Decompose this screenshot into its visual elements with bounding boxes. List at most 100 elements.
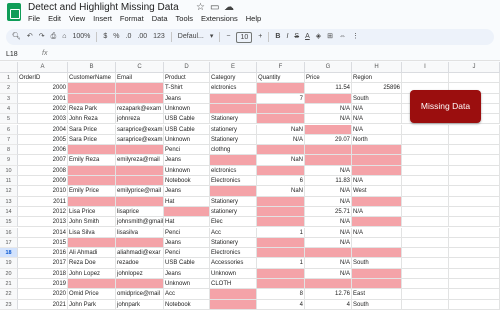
table-cell[interactable] — [257, 237, 305, 249]
menu-item-edit[interactable]: Edit — [48, 14, 61, 26]
table-cell[interactable] — [164, 206, 210, 218]
table-cell[interactable]: John Lopez — [68, 268, 116, 279]
row-header[interactable]: 8 — [0, 145, 18, 156]
row-header[interactable]: 4 — [0, 103, 18, 115]
zoom-select[interactable]: 100% — [72, 29, 90, 45]
table-cell[interactable] — [402, 268, 449, 279]
table-cell[interactable] — [305, 93, 352, 104]
column-header-j[interactable]: J — [449, 62, 500, 73]
table-cell[interactable] — [402, 134, 449, 146]
table-cell[interactable] — [402, 217, 449, 228]
table-cell[interactable] — [68, 83, 116, 94]
row-header[interactable]: 18 — [0, 248, 18, 259]
table-cell[interactable] — [402, 299, 449, 310]
table-cell[interactable]: 4 — [305, 299, 352, 310]
table-cell[interactable]: Lisa Price — [68, 206, 116, 218]
table-cell[interactable]: N/A — [305, 217, 352, 228]
cloud-status-icon[interactable]: ☁ — [224, 2, 234, 14]
table-cell[interactable]: T-Shirt — [164, 83, 210, 94]
table-cell[interactable]: N/A — [305, 165, 352, 176]
row-header[interactable]: 9 — [0, 155, 18, 166]
table-cell[interactable] — [257, 268, 305, 279]
table-cell[interactable] — [116, 237, 164, 249]
table-cell[interactable]: 2002 — [18, 103, 68, 115]
table-cell[interactable] — [257, 196, 305, 207]
table-cell[interactable]: Product — [164, 73, 210, 84]
menu-item-tools[interactable]: Tools — [176, 14, 194, 26]
table-cell[interactable] — [402, 237, 449, 249]
table-cell[interactable]: Email — [116, 73, 164, 84]
table-cell[interactable]: 2006 — [18, 145, 68, 156]
table-cell[interactable]: elctronics — [210, 83, 257, 94]
table-cell[interactable]: Notebook — [164, 176, 210, 187]
column-header-e[interactable]: E — [210, 62, 257, 73]
table-cell[interactable]: South — [352, 299, 402, 310]
column-header-g[interactable]: G — [305, 62, 352, 73]
table-cell[interactable]: Unknown — [164, 103, 210, 115]
chevron-down-icon[interactable]: ▾ — [210, 29, 214, 45]
row-header[interactable]: 16 — [0, 227, 18, 238]
table-cell[interactable] — [305, 124, 352, 135]
table-cell[interactable] — [68, 145, 116, 156]
table-cell[interactable]: emilyprice@mail — [116, 186, 164, 197]
italic-button[interactable]: I — [286, 29, 288, 45]
missing-data-button[interactable]: Missing Data — [410, 90, 481, 123]
table-cell[interactable] — [402, 258, 449, 269]
strikethrough-button[interactable]: S — [294, 29, 299, 45]
table-cell[interactable] — [68, 237, 116, 249]
table-cell[interactable]: John Park — [68, 299, 116, 310]
table-cell[interactable]: South — [352, 258, 402, 269]
table-cell[interactable]: N/A — [305, 196, 352, 207]
table-cell[interactable]: Notebook — [164, 299, 210, 310]
table-cell[interactable] — [352, 248, 402, 259]
row-header[interactable]: 14 — [0, 206, 18, 218]
table-cell[interactable] — [449, 186, 500, 197]
table-cell[interactable]: clothng — [210, 145, 257, 156]
table-cell[interactable] — [449, 217, 500, 228]
table-cell[interactable]: aliahmadi@exar — [116, 248, 164, 259]
table-cell[interactable]: John Smith — [68, 217, 116, 228]
table-cell[interactable]: 2018 — [18, 268, 68, 279]
table-cell[interactable]: N/A — [352, 176, 402, 187]
table-cell[interactable]: Quantity — [257, 73, 305, 84]
table-cell[interactable] — [116, 93, 164, 104]
menu-item-data[interactable]: Data — [152, 14, 168, 26]
table-cell[interactable]: 2004 — [18, 124, 68, 135]
table-cell[interactable]: emilyreza@mail — [116, 155, 164, 166]
table-cell[interactable]: 2003 — [18, 114, 68, 125]
table-cell[interactable] — [449, 299, 500, 310]
table-cell[interactable]: NaN — [257, 186, 305, 197]
menu-item-help[interactable]: Help — [246, 14, 261, 26]
table-cell[interactable]: 25.71 — [305, 206, 352, 218]
table-cell[interactable]: stationery — [210, 124, 257, 135]
menu-item-extensions[interactable]: Extensions — [201, 14, 238, 26]
move-folder-icon[interactable]: ▭ — [210, 2, 219, 14]
row-header[interactable]: 3 — [0, 93, 18, 104]
borders-icon[interactable]: ⊞ — [327, 29, 333, 45]
table-cell[interactable] — [449, 258, 500, 269]
increase-font-size-button[interactable]: + — [258, 29, 262, 45]
more-formats-button[interactable]: 123 — [153, 29, 165, 45]
table-cell[interactable] — [449, 237, 500, 249]
table-cell[interactable]: 8 — [257, 289, 305, 300]
table-cell[interactable]: Lisa Silva — [68, 227, 116, 238]
merge-cells-icon[interactable]: ⇔ — [339, 29, 346, 45]
table-cell[interactable] — [68, 93, 116, 104]
table-cell[interactable]: 2008 — [18, 165, 68, 176]
table-cell[interactable]: 2014 — [18, 227, 68, 238]
menu-item-file[interactable]: File — [28, 14, 40, 26]
table-cell[interactable] — [210, 103, 257, 115]
table-cell[interactable]: South — [352, 93, 402, 104]
sheets-logo-icon[interactable] — [7, 3, 21, 21]
table-cell[interactable] — [68, 165, 116, 176]
text-color-button[interactable]: A — [305, 29, 310, 45]
row-header[interactable]: 12 — [0, 186, 18, 197]
table-cell[interactable]: Electronics — [210, 248, 257, 259]
table-cell[interactable]: N/A — [305, 227, 352, 238]
table-cell[interactable] — [257, 248, 305, 259]
table-cell[interactable]: Stationery — [210, 134, 257, 146]
table-cell[interactable]: N/A — [305, 114, 352, 125]
table-cell[interactable]: elctronics — [210, 165, 257, 176]
increase-decimal-button[interactable]: .00 — [137, 29, 147, 45]
table-cell[interactable]: 2013 — [18, 217, 68, 228]
